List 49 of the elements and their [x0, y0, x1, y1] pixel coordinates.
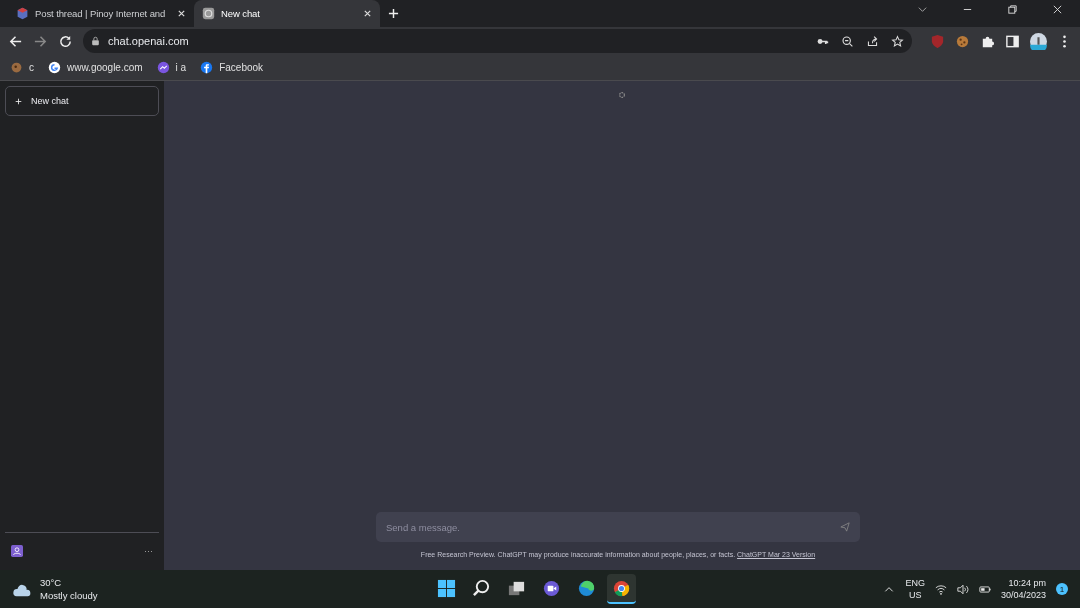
- close-icon[interactable]: [177, 9, 186, 18]
- cookie-icon: [10, 61, 23, 74]
- bookmark[interactable]: Facebook: [200, 61, 264, 74]
- battery-icon[interactable]: [978, 583, 991, 595]
- restore-icon[interactable]: [1007, 4, 1018, 15]
- google-g-icon: [48, 61, 61, 74]
- tab-title: New chat: [221, 8, 261, 19]
- clock[interactable]: 10:24 pm 30/04/2023: [1000, 577, 1046, 601]
- new-tab-icon[interactable]: [388, 8, 399, 19]
- close-icon[interactable]: [363, 9, 372, 18]
- lock-icon: [91, 36, 100, 46]
- messenger-icon: [156, 61, 170, 74]
- bookmark[interactable]: i a: [156, 61, 187, 74]
- profile-avatar-icon[interactable]: [1030, 32, 1047, 50]
- new-chat-button[interactable]: New chat: [5, 86, 159, 116]
- share-icon[interactable]: [866, 34, 879, 48]
- video-camera-icon: [542, 578, 561, 598]
- browser-tab[interactable]: New chat: [194, 0, 380, 27]
- browser-swirl-icon: [577, 578, 596, 598]
- tab-title: Post thread | Pinoy Internet and: [35, 8, 167, 19]
- bookmark[interactable]: c: [10, 61, 34, 74]
- chevron-down-icon[interactable]: [917, 4, 928, 15]
- cookie-icon[interactable]: [955, 33, 970, 49]
- address-bar[interactable]: chat.openai.com: [83, 29, 912, 53]
- chrome-taskbar-button[interactable]: [607, 574, 636, 604]
- chat-logo-icon: [202, 7, 215, 20]
- side-panel-icon[interactable]: [1005, 33, 1020, 49]
- star-icon[interactable]: [891, 34, 904, 48]
- user-avatar-icon[interactable]: [11, 545, 23, 557]
- message-field[interactable]: Send a message.: [376, 512, 860, 542]
- more-options[interactable]: ···: [144, 546, 153, 556]
- windows-logo-icon: [437, 578, 456, 598]
- plus-icon: [15, 97, 22, 105]
- browser-tab[interactable]: Post thread | Pinoy Internet and: [8, 0, 194, 27]
- close-icon[interactable]: [1052, 4, 1063, 15]
- language-indicator[interactable]: ENG US: [905, 577, 925, 601]
- facebook-icon: [200, 61, 214, 74]
- reload-icon[interactable]: [58, 33, 73, 49]
- zoom-out-icon[interactable]: [841, 34, 854, 48]
- weather-condition: Mostly cloudy: [40, 589, 98, 602]
- search-icon: [472, 578, 491, 598]
- notification-badge[interactable]: 1: [1056, 583, 1068, 595]
- loading-icon: [618, 91, 626, 99]
- wifi-icon[interactable]: [934, 583, 947, 595]
- cube-icon: [16, 7, 29, 20]
- speaker-icon[interactable]: [956, 583, 969, 595]
- temperature: 30°C: [40, 576, 63, 589]
- browser-wheel-icon: [612, 578, 631, 598]
- bookmark[interactable]: www.google.com: [48, 61, 143, 74]
